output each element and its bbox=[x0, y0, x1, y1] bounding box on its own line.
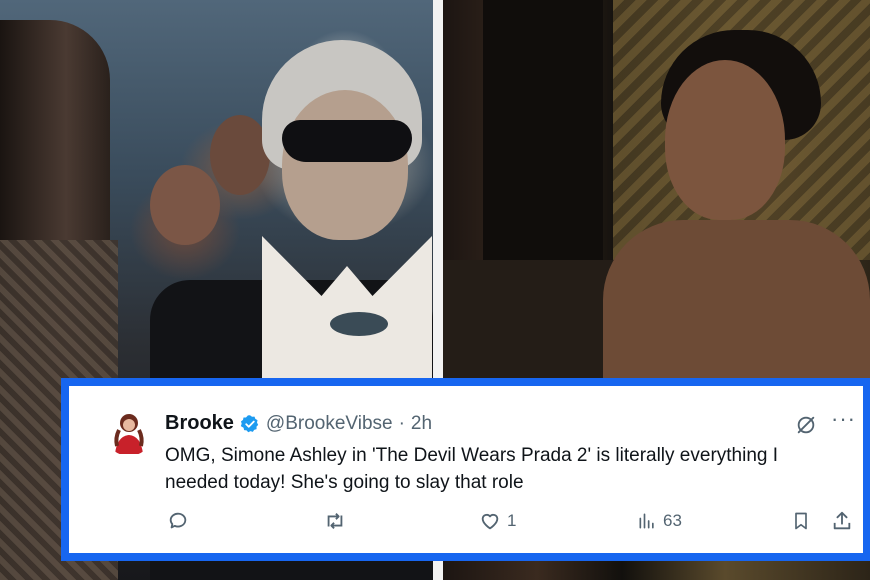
retweet-button[interactable] bbox=[323, 510, 347, 532]
avatar[interactable] bbox=[105, 408, 153, 456]
woman-shoulders bbox=[603, 220, 870, 400]
like-button[interactable]: 1 bbox=[479, 510, 516, 532]
like-icon bbox=[481, 513, 499, 530]
share-button[interactable] bbox=[831, 510, 853, 532]
separator-dot: · bbox=[398, 412, 405, 434]
tweet-text: OMG, Simone Ashley in 'The Devil Wears P… bbox=[165, 445, 779, 493]
tweet-card[interactable]: Brooke @BrookeVibse · 2h ··· OMG, Simone… bbox=[69, 386, 863, 553]
views-icon bbox=[639, 513, 654, 529]
view-count: 63 bbox=[663, 511, 682, 530]
tweet-actions: 1 63 bbox=[69, 510, 863, 538]
author-handle[interactable]: @BrookeVibse bbox=[266, 413, 393, 435]
more-icon[interactable]: ··· bbox=[831, 408, 856, 430]
necklace bbox=[330, 312, 388, 336]
like-count: 1 bbox=[507, 511, 517, 530]
woman-face bbox=[282, 90, 408, 240]
bookmark-button[interactable] bbox=[791, 510, 811, 532]
reply-button[interactable] bbox=[167, 510, 189, 532]
verified-badge-icon bbox=[240, 414, 260, 434]
white-collar bbox=[262, 236, 432, 386]
share-icon bbox=[833, 511, 851, 530]
grok-icon[interactable] bbox=[795, 414, 817, 436]
crowd-face bbox=[210, 115, 270, 195]
author-name[interactable]: Brooke bbox=[165, 412, 234, 435]
timestamp[interactable]: 2h bbox=[411, 413, 432, 435]
sunglasses bbox=[282, 120, 412, 162]
tweet-header: Brooke @BrookeVibse · 2h bbox=[165, 412, 432, 435]
views-button[interactable]: 63 bbox=[637, 510, 682, 532]
woman-face bbox=[665, 60, 785, 220]
reply-icon bbox=[169, 512, 187, 529]
tweet-card-frame: Brooke @BrookeVibse · 2h ··· OMG, Simone… bbox=[61, 378, 870, 561]
avatar-image bbox=[105, 408, 153, 456]
crowd-face bbox=[150, 165, 220, 245]
bookmark-icon bbox=[795, 512, 807, 530]
retweet-icon bbox=[327, 513, 343, 529]
